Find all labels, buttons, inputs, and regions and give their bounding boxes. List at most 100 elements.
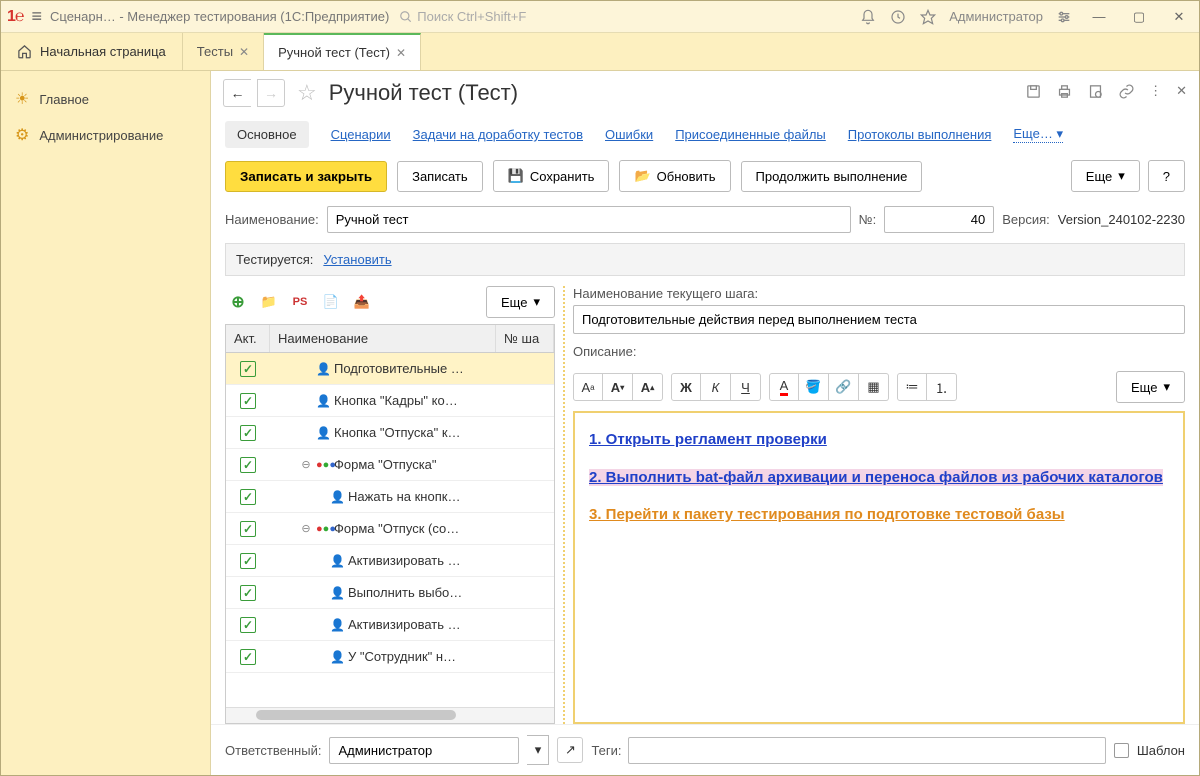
col-step-num[interactable]: № ша (496, 325, 554, 352)
active-checkbox[interactable]: ✓ (240, 553, 256, 569)
link-scenarios[interactable]: Сценарии (331, 127, 391, 142)
bold-icon[interactable]: Ж (671, 373, 701, 401)
refresh-button[interactable]: 📂Обновить (619, 160, 730, 192)
link-icon[interactable] (1118, 83, 1135, 103)
save-icon[interactable] (1025, 83, 1042, 103)
font-color-icon[interactable]: A (769, 373, 799, 401)
tree-toggle-icon[interactable]: ⊖ (300, 522, 312, 535)
link-files[interactable]: Присоединенные файлы (675, 127, 826, 142)
step-name: Форма "Отпуск (со… (334, 521, 459, 536)
help-button[interactable]: ? (1148, 160, 1185, 192)
active-checkbox[interactable]: ✓ (240, 393, 256, 409)
tab-tests[interactable]: Тесты ✕ (182, 33, 264, 70)
sidebar-item-admin[interactable]: ⚙ Администрирование (1, 117, 210, 153)
name-input[interactable] (327, 206, 851, 233)
editor-line1[interactable]: 1. Открыть регламент проверки (589, 431, 827, 448)
link-protocols[interactable]: Протоколы выполнения (848, 127, 992, 142)
maximize-button[interactable]: ▢ (1125, 7, 1153, 27)
minimize-button[interactable]: — (1085, 7, 1113, 27)
add-button[interactable]: ⊕ (225, 289, 251, 315)
active-checkbox[interactable]: ✓ (240, 457, 256, 473)
table-row[interactable]: ✓👤У "Сотрудник" н… (226, 641, 554, 673)
table-row[interactable]: ✓👤Кнопка "Кадры" ко… (226, 385, 554, 417)
add-folder-button[interactable]: 📁 (256, 289, 282, 315)
steps-more-button[interactable]: Еще ▾ (486, 286, 555, 318)
sidebar-item-main[interactable]: ☀ Главное (1, 81, 210, 117)
hamburger-icon[interactable]: ≡ (32, 6, 43, 27)
editor-line3[interactable]: 3. Перейти к пакету тестирования по подг… (589, 506, 1065, 523)
tested-link[interactable]: Установить (323, 252, 391, 267)
table-row[interactable]: ✓👤Выполнить выбо… (226, 577, 554, 609)
active-checkbox[interactable]: ✓ (240, 521, 256, 537)
link-more[interactable]: Еще… ▾ (1013, 126, 1063, 143)
underline-icon[interactable]: Ч (731, 373, 761, 401)
bell-icon[interactable] (859, 8, 877, 26)
open-responsible-button[interactable]: ↗ (557, 737, 583, 763)
tab-home[interactable]: Начальная страница (1, 33, 182, 70)
link-errors[interactable]: Ошибки (605, 127, 653, 142)
link-insert-icon[interactable]: 🔗 (829, 373, 859, 401)
active-checkbox[interactable]: ✓ (240, 649, 256, 665)
tags-input[interactable] (628, 737, 1106, 764)
tab-manual-test[interactable]: Ручной тест (Тест) ✕ (264, 33, 421, 70)
font-inc-icon[interactable]: A▴ (633, 373, 663, 401)
star-icon[interactable] (919, 8, 937, 26)
responsible-input[interactable] (329, 737, 519, 764)
editor-more-button[interactable]: Еще ▾ (1116, 371, 1185, 403)
table-row[interactable]: ✓👤Подготовительные … (226, 353, 554, 385)
refresh-steps-button[interactable]: 📤 (349, 289, 375, 315)
font-size-icon[interactable]: Aa (573, 373, 603, 401)
history-icon[interactable] (889, 8, 907, 26)
print-icon[interactable] (1056, 83, 1073, 103)
settings-icon[interactable] (1055, 8, 1073, 26)
image-insert-icon[interactable]: ▦ (859, 373, 889, 401)
more-icon[interactable]: ⋮ (1149, 83, 1162, 103)
num-input[interactable] (884, 206, 994, 233)
responsible-dropdown[interactable]: ▾ (527, 735, 549, 765)
save-button[interactable]: Записать (397, 161, 483, 192)
nav-forward-button[interactable]: → (257, 79, 285, 107)
editor-line2[interactable]: 2. Выполнить bat-файл архивации и перено… (589, 469, 1163, 486)
table-row[interactable]: ✓👤Активизировать … (226, 545, 554, 577)
add-step-button[interactable]: 📄 (318, 289, 344, 315)
save-file-button[interactable]: 💾Сохранить (493, 160, 610, 192)
continue-button[interactable]: Продолжить выполнение (741, 161, 923, 192)
linkbar-main[interactable]: Основное (225, 121, 309, 148)
nav-back-button[interactable]: ← (223, 79, 251, 107)
font-dec-icon[interactable]: A▾ (603, 373, 633, 401)
user-label[interactable]: Администратор (949, 9, 1043, 24)
tab-close-icon[interactable]: ✕ (396, 46, 406, 60)
tree-toggle-icon[interactable]: ⊖ (300, 458, 312, 471)
list-number-icon[interactable]: ⒈ (927, 373, 957, 401)
bg-color-icon[interactable]: 🪣 (799, 373, 829, 401)
table-row[interactable]: ✓⊖●●●Форма "Отпуска" (226, 449, 554, 481)
active-checkbox[interactable]: ✓ (240, 585, 256, 601)
tab-close-icon[interactable]: ✕ (239, 45, 249, 59)
save-close-button[interactable]: Записать и закрыть (225, 161, 387, 192)
active-checkbox[interactable]: ✓ (240, 489, 256, 505)
ps-button[interactable]: PS (287, 289, 313, 315)
rich-editor[interactable]: 1. Открыть регламент проверки 2. Выполни… (573, 411, 1185, 724)
grid-hscrollbar[interactable] (226, 707, 554, 723)
link-tasks[interactable]: Задачи на доработку тестов (413, 127, 583, 142)
col-active[interactable]: Акт. (226, 325, 270, 352)
close-page-icon[interactable]: ✕ (1176, 83, 1187, 103)
close-button[interactable]: ✕ (1165, 7, 1193, 27)
template-checkbox[interactable] (1114, 743, 1129, 758)
active-checkbox[interactable]: ✓ (240, 425, 256, 441)
active-checkbox[interactable]: ✓ (240, 361, 256, 377)
step-name-input[interactable] (573, 305, 1185, 334)
col-name[interactable]: Наименование (270, 325, 496, 352)
search-box[interactable]: Поиск Ctrl+Shift+F (399, 9, 526, 24)
favorite-icon[interactable]: ☆ (297, 80, 317, 106)
more-button[interactable]: Еще ▾ (1071, 160, 1140, 192)
report-icon[interactable] (1087, 83, 1104, 103)
active-checkbox[interactable]: ✓ (240, 617, 256, 633)
table-row[interactable]: ✓👤Кнопка "Отпуска" к… (226, 417, 554, 449)
table-row[interactable]: ✓👤Нажать на кнопк… (226, 481, 554, 513)
rich-toolbar: Aa A▾ A▴ Ж К Ч A 🪣 🔗 (573, 363, 1185, 411)
table-row[interactable]: ✓👤Активизировать … (226, 609, 554, 641)
table-row[interactable]: ✓⊖●●●Форма "Отпуск (со… (226, 513, 554, 545)
list-bullet-icon[interactable]: ≔ (897, 373, 927, 401)
italic-icon[interactable]: К (701, 373, 731, 401)
